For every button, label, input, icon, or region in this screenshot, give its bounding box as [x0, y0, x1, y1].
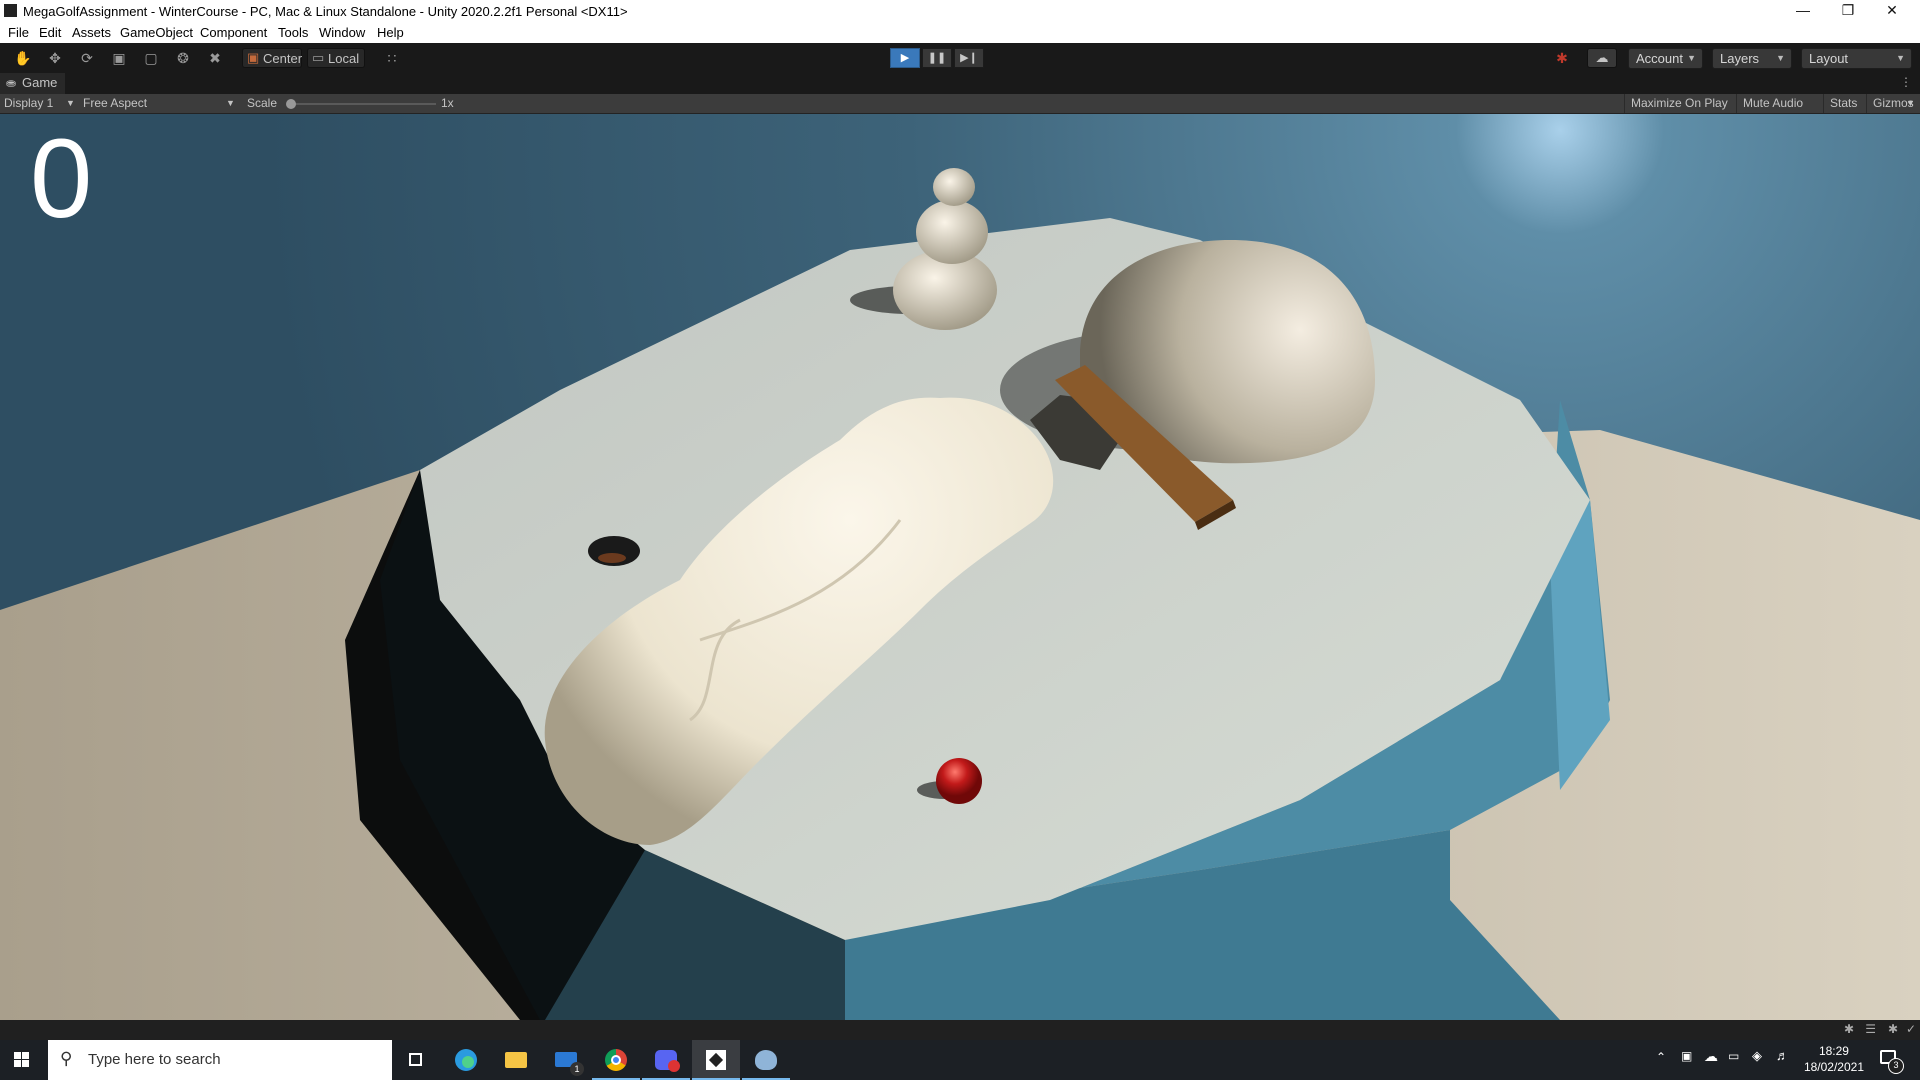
- paint-icon[interactable]: [742, 1040, 790, 1080]
- menu-tools[interactable]: Tools: [278, 25, 308, 40]
- main-toolbar: ✋ ✥ ⟳ ▣ ▢ ❂ ✖ ▣ Center ▭ Local ∷ ▶ ❚❚ ▶❙…: [0, 43, 1920, 73]
- volume-icon[interactable]: ♬: [1776, 1048, 1789, 1063]
- account-label: Account: [1636, 51, 1683, 66]
- account-dropdown[interactable]: Account ▼: [1628, 48, 1703, 69]
- transform-tool-icon[interactable]: ❂: [171, 48, 195, 68]
- kebab-menu-icon[interactable]: ⋮: [1900, 75, 1912, 89]
- tab-game-label: Game: [22, 75, 58, 90]
- menu-file[interactable]: File: [8, 25, 29, 40]
- chevron-down-icon: ▼: [226, 98, 235, 108]
- minimize-button[interactable]: —: [1781, 0, 1825, 22]
- task-view-icon[interactable]: [392, 1040, 440, 1080]
- notification-center-icon[interactable]: 3: [1880, 1050, 1904, 1074]
- menu-help[interactable]: Help: [377, 25, 404, 40]
- tab-game[interactable]: ⛂ Game: [0, 73, 66, 94]
- scale-slider[interactable]: [286, 99, 436, 109]
- collab-icon[interactable]: ✱: [1550, 48, 1574, 68]
- chrome-icon[interactable]: [592, 1040, 640, 1080]
- search-icon: ⚲: [60, 1049, 73, 1068]
- onedrive-icon[interactable]: ☁: [1704, 1048, 1718, 1065]
- space-label: Local: [328, 51, 360, 66]
- snowman-head: [933, 168, 975, 206]
- windows-start-icon[interactable]: [14, 1052, 30, 1068]
- grid-snap-icon[interactable]: ∷: [380, 48, 404, 68]
- battery-icon[interactable]: ▭: [1728, 1049, 1739, 1063]
- gamepad-icon: ⛂: [6, 76, 17, 90]
- layers-icon: ☰: [1865, 1022, 1876, 1036]
- edge-icon[interactable]: [442, 1040, 490, 1080]
- notification-count: 3: [1888, 1058, 1904, 1074]
- scale-value: 1x: [441, 96, 454, 110]
- cloud-icon[interactable]: ☁: [1587, 48, 1617, 68]
- hand-tool-icon[interactable]: ✋: [11, 48, 35, 68]
- pause-button[interactable]: ❚❚: [922, 48, 952, 68]
- scale-slider-handle[interactable]: [286, 99, 296, 109]
- layout-dropdown[interactable]: Layout ▼: [1801, 48, 1912, 69]
- search-placeholder: Type here to search: [88, 1051, 221, 1068]
- scale-label: Scale: [247, 96, 278, 110]
- clock-date: 18/02/2021: [1803, 1060, 1864, 1074]
- snowman-middle: [916, 200, 988, 264]
- window-title: MegaGolfAssignment - WinterCourse - PC, …: [23, 4, 628, 19]
- play-button[interactable]: ▶: [890, 48, 920, 68]
- close-button[interactable]: ✕: [1870, 0, 1914, 22]
- chevron-down-icon: ▼: [1687, 53, 1696, 63]
- pivot-local-toggle[interactable]: ▭ Local: [307, 48, 365, 68]
- move-tool-icon[interactable]: ✥: [43, 48, 67, 68]
- scale-tool-icon[interactable]: ▣: [107, 48, 131, 68]
- file-explorer-icon[interactable]: [492, 1040, 540, 1080]
- network-icon: ✱: [1887, 1022, 1898, 1036]
- custom-tool-icon[interactable]: ✖: [203, 48, 227, 68]
- unity-taskbar-icon[interactable]: [692, 1040, 740, 1080]
- mail-icon[interactable]: 1: [542, 1040, 590, 1080]
- taskbar-clock[interactable]: 18:29 18/02/2021: [1804, 1043, 1864, 1075]
- step-button[interactable]: ▶❙: [954, 48, 984, 68]
- golf-hole-inner: [598, 553, 626, 563]
- chevron-down-icon: ▼: [1896, 53, 1905, 63]
- menu-component[interactable]: Component: [200, 25, 267, 40]
- mail-badge: 1: [570, 1062, 584, 1076]
- rect-tool-icon[interactable]: ▢: [139, 48, 163, 68]
- maximize-on-play-toggle[interactable]: Maximize On Play: [1624, 94, 1734, 113]
- meet-icon[interactable]: ▣: [1681, 1049, 1692, 1063]
- chevron-down-icon: ▼: [66, 98, 75, 108]
- restore-button[interactable]: ❐: [1826, 0, 1870, 22]
- local-space-icon: ▭: [312, 50, 325, 65]
- game-view-toolbar: Display 1 ▼ Free Aspect ▼ Scale 1x Maxim…: [0, 94, 1920, 114]
- taskbar-search-box[interactable]: ⚲ Type here to search: [48, 1040, 392, 1080]
- aspect-dropdown[interactable]: Free Aspect: [83, 94, 147, 113]
- stats-toggle[interactable]: Stats: [1823, 94, 1863, 113]
- menu-assets[interactable]: Assets: [72, 25, 111, 40]
- check-icon: ✓: [1905, 1022, 1916, 1036]
- mute-audio-toggle[interactable]: Mute Audio: [1736, 94, 1809, 113]
- bug-icon: ✱: [1843, 1022, 1854, 1036]
- clock-time: 18:29: [1818, 1044, 1849, 1058]
- editor-tab-bar: ⛂ Game ⋮: [0, 73, 1920, 94]
- pivot-icon: ▣: [247, 50, 260, 65]
- score-counter: 0: [30, 116, 93, 241]
- menu-bar: File Edit Assets GameObject Component To…: [0, 22, 1920, 43]
- layout-label: Layout: [1809, 51, 1849, 66]
- pivot-label: Center: [263, 51, 303, 66]
- display-dropdown[interactable]: Display 1: [4, 94, 53, 113]
- window-title-bar: MegaGolfAssignment - WinterCourse - PC, …: [0, 0, 1920, 22]
- chevron-down-icon: ▼: [1776, 53, 1785, 63]
- layers-label: Layers: [1720, 51, 1760, 66]
- menu-window[interactable]: Window: [319, 25, 365, 40]
- layers-dropdown[interactable]: Layers ▼: [1712, 48, 1792, 69]
- wifi-icon[interactable]: ◈: [1752, 1048, 1762, 1064]
- game-scene[interactable]: [0, 114, 1920, 1020]
- discord-icon[interactable]: [642, 1040, 690, 1080]
- chevron-up-icon[interactable]: ⌃: [1656, 1050, 1666, 1064]
- golf-ball[interactable]: [936, 758, 982, 804]
- menu-gameobject[interactable]: GameObject: [120, 25, 193, 40]
- menu-edit[interactable]: Edit: [39, 25, 61, 40]
- rotate-tool-icon[interactable]: ⟳: [75, 48, 99, 68]
- windows-taskbar: ✱ ☰ ✱ ✓ ⚲ Type here to search 1 ⌃ ▣ ☁ ▭ …: [0, 1020, 1920, 1080]
- chevron-down-icon: ▼: [1906, 98, 1915, 108]
- pivot-center-toggle[interactable]: ▣ Center: [242, 48, 302, 68]
- unity-icon: [4, 4, 17, 17]
- status-strip: ✱ ☰ ✱ ✓: [0, 1020, 1920, 1040]
